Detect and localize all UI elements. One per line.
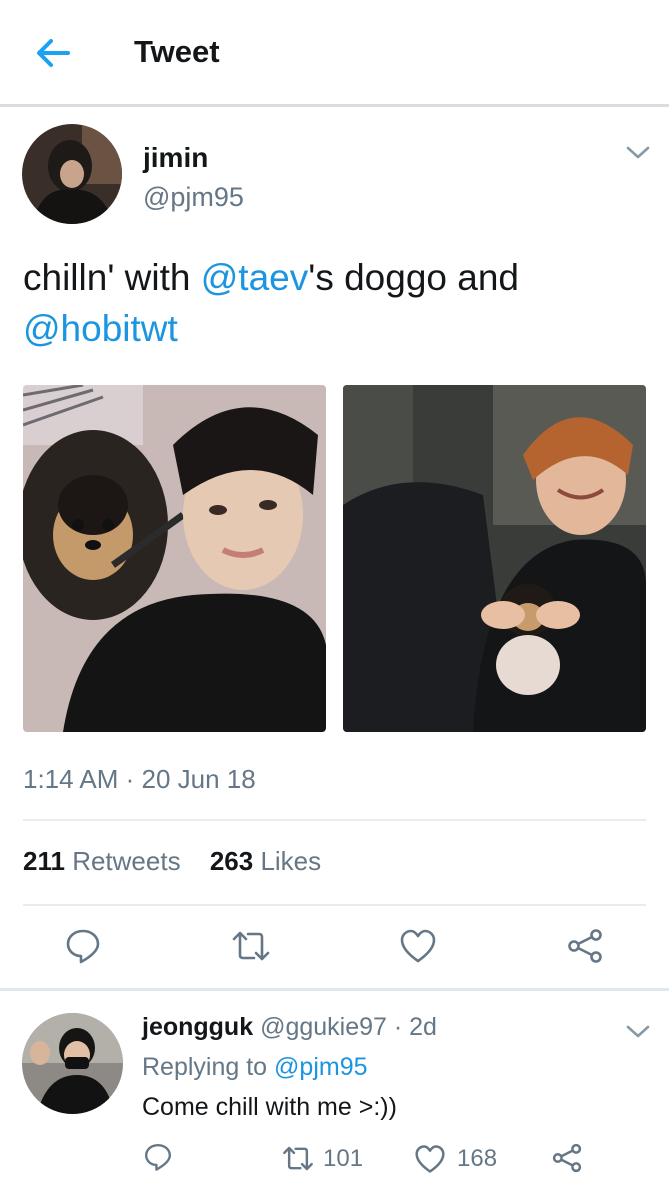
share-icon[interactable] bbox=[566, 928, 604, 969]
author-handle[interactable]: @pjm95 bbox=[143, 182, 244, 213]
tweet-text: chilln' with @taev's doggo and @hobitwt bbox=[23, 252, 643, 354]
mention-link-hobitwt[interactable]: @hobitwt bbox=[23, 308, 178, 349]
reply-retweet-count: 101 bbox=[323, 1145, 364, 1172]
reply-icon[interactable] bbox=[64, 927, 102, 970]
author-name[interactable]: jimin bbox=[143, 142, 208, 174]
tweet-text-part: chilln' with bbox=[23, 257, 201, 298]
divider bbox=[0, 988, 669, 991]
likes-count: 263 bbox=[209, 846, 254, 876]
likes-label: Likes bbox=[260, 846, 322, 876]
replying-to-label: Replying to bbox=[142, 1053, 268, 1081]
reply-time: · 2d bbox=[393, 1013, 437, 1041]
chevron-down-icon[interactable] bbox=[625, 1021, 651, 1046]
tweet-text-part: 's doggo and bbox=[308, 257, 519, 298]
reply-author-handle[interactable]: @ggukie97 bbox=[260, 1013, 387, 1041]
retweets-stat[interactable]: 211 Retweets bbox=[23, 846, 181, 876]
replying-to-handle[interactable]: @pjm95 bbox=[274, 1053, 367, 1081]
tweet-photo-1[interactable] bbox=[23, 385, 326, 732]
chevron-down-icon[interactable] bbox=[625, 142, 651, 167]
reply-text: Come chill with me >:)) bbox=[142, 1093, 397, 1121]
like-heart-icon[interactable] bbox=[399, 928, 437, 969]
likes-stat[interactable]: 263 Likes bbox=[210, 846, 321, 876]
retweets-count: 211 bbox=[23, 846, 65, 876]
share-icon[interactable] bbox=[551, 1143, 583, 1178]
reply-like-count: 168 bbox=[457, 1145, 498, 1172]
retweet-icon[interactable] bbox=[281, 1144, 315, 1178]
reply-icon[interactable] bbox=[143, 1142, 173, 1177]
mention-link-taev[interactable]: @taev bbox=[201, 257, 309, 298]
reply-author-avatar[interactable] bbox=[22, 1013, 123, 1114]
retweet-icon[interactable] bbox=[230, 928, 272, 969]
reply-author-name[interactable]: jeongguk bbox=[142, 1013, 253, 1041]
reply-header: jeongguk @ggukie97 · 2d bbox=[142, 1013, 437, 1042]
author-avatar[interactable] bbox=[22, 124, 122, 224]
top-app-bar: Tweet bbox=[0, 0, 669, 107]
retweets-label: Retweets bbox=[72, 846, 181, 876]
tweet-photo-2[interactable] bbox=[343, 385, 646, 732]
page-title: Tweet bbox=[134, 34, 220, 69]
tweet-timestamp[interactable]: 1:14 AM · 20 Jun 18 bbox=[23, 764, 256, 795]
divider bbox=[23, 904, 646, 906]
divider bbox=[23, 819, 646, 821]
like-heart-icon[interactable] bbox=[414, 1144, 446, 1179]
tweet-stats: 211 Retweets 263 Likes bbox=[23, 846, 343, 877]
replying-to: Replying to @pjm95 bbox=[142, 1053, 368, 1082]
back-arrow-icon[interactable] bbox=[34, 36, 72, 70]
